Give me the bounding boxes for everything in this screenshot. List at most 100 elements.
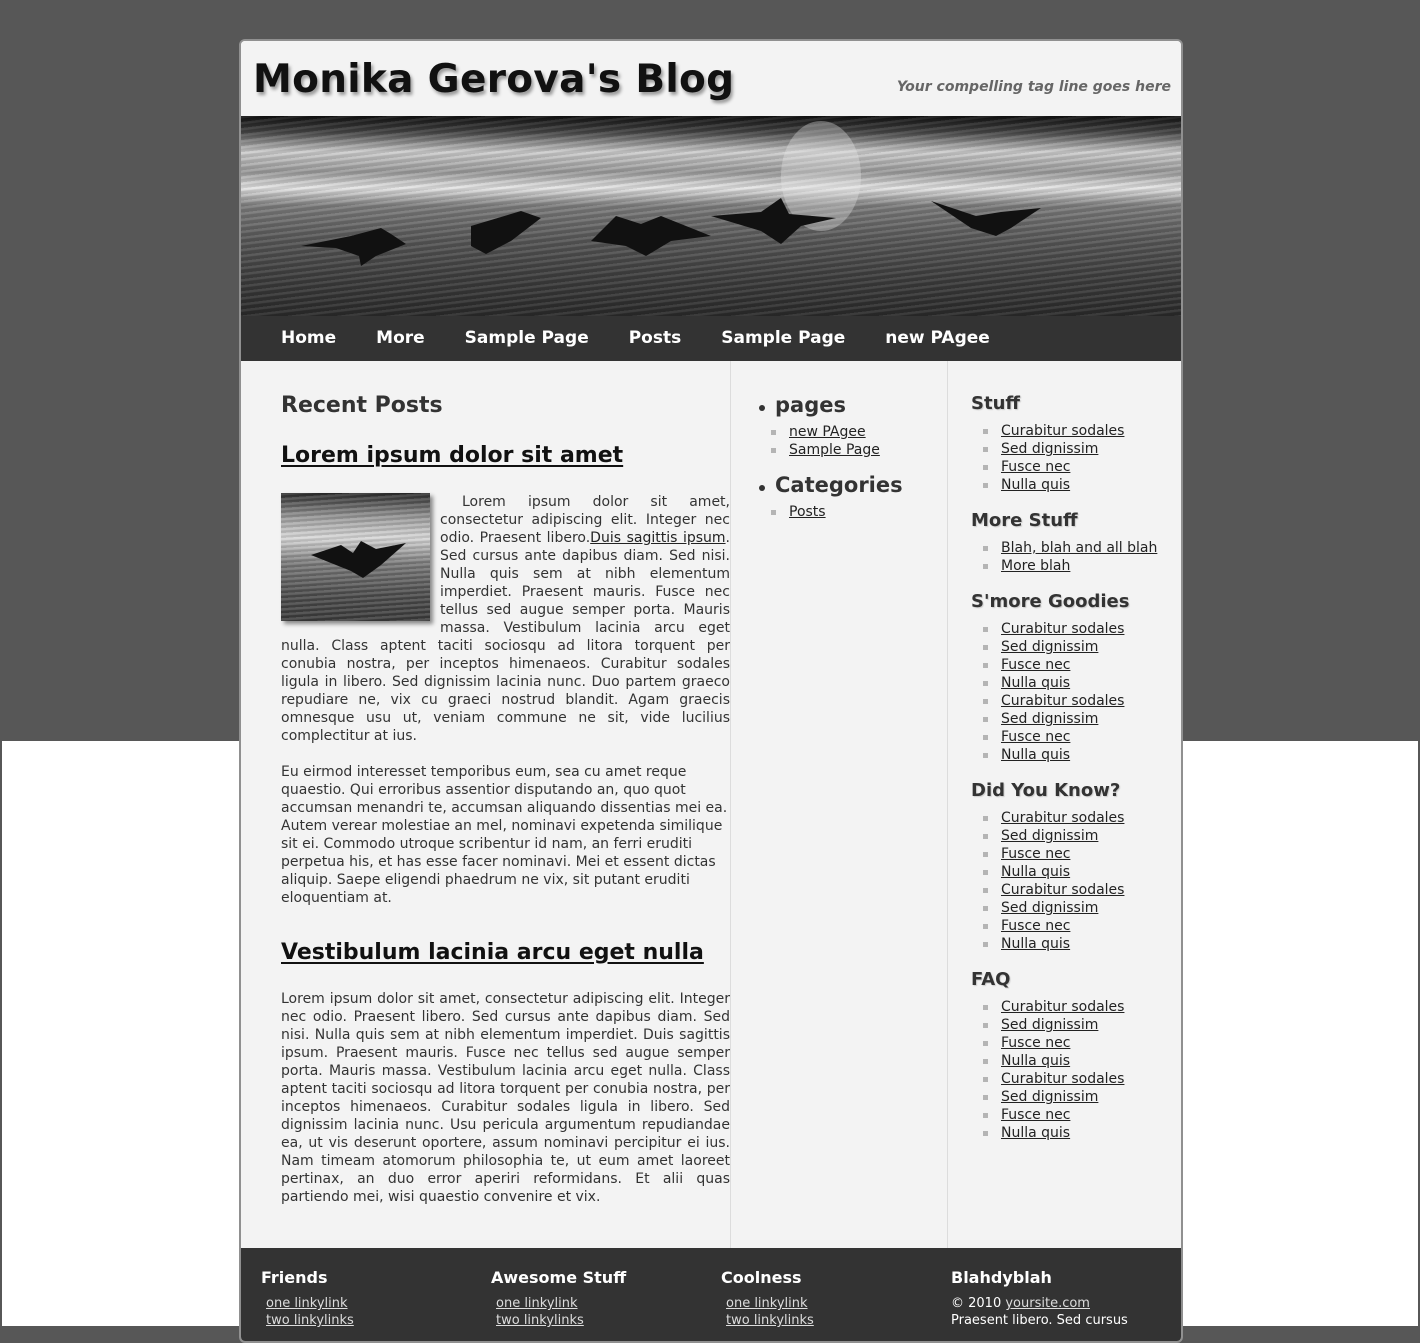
list-item[interactable]: Nulla quis <box>971 1124 1171 1142</box>
widget-title: S'more Goodies <box>971 591 1130 612</box>
sidebar-link[interactable]: Sed dignissim <box>1001 1017 1098 1033</box>
sidebar-link[interactable]: Curabitur sodales <box>1001 999 1124 1015</box>
sidebar-link[interactable]: Nulla quis <box>1001 936 1070 952</box>
list-item[interactable]: Sed dignissim <box>971 899 1171 917</box>
column-divider <box>730 361 731 1248</box>
list-item[interactable]: Fusce nec <box>971 917 1171 935</box>
list-item[interactable]: Fusce nec <box>971 1034 1171 1052</box>
widget-title: Stuff <box>971 393 1020 414</box>
footer-link[interactable]: one linkylink <box>491 1295 711 1312</box>
list-item[interactable]: Nulla quis <box>971 674 1171 692</box>
sidebar-link[interactable]: Curabitur sodales <box>1001 810 1124 826</box>
sidebar-link[interactable]: Sed dignissim <box>1001 828 1098 844</box>
footer-link[interactable]: one linkylink <box>721 1295 941 1312</box>
footer-link[interactable]: two linkylinks <box>721 1312 941 1329</box>
list-item[interactable]: Fusce nec <box>971 656 1171 674</box>
header-banner-image <box>241 116 1181 316</box>
list-item[interactable]: More blah <box>971 557 1171 575</box>
post-body-2: Lorem ipsum dolor sit amet, consectetur … <box>281 990 730 1220</box>
list-item[interactable]: Fusce nec <box>971 845 1171 863</box>
sidebar-link[interactable]: Blah, blah and all blah <box>1001 540 1157 556</box>
sidebar-link[interactable]: Fusce nec <box>1001 918 1070 934</box>
nav-item-sample-page[interactable]: Sample Page <box>445 316 609 361</box>
site-title[interactable]: Monika Gerova's Blog <box>253 57 734 102</box>
list-item[interactable]: Nulla quis <box>971 863 1171 881</box>
sidebar-link[interactable]: Curabitur sodales <box>1001 882 1124 898</box>
sidebar-link[interactable]: Nulla quis <box>1001 477 1070 493</box>
nav-item-sample-page-2[interactable]: Sample Page <box>701 316 865 361</box>
list-item[interactable]: Sed dignissim <box>971 1088 1171 1106</box>
recent-posts-heading: Recent Posts <box>281 393 443 418</box>
pages-widget-title: pages <box>759 393 939 417</box>
list-item[interactable]: Fusce nec <box>971 728 1171 746</box>
list-item[interactable]: Sed dignissim <box>971 827 1171 845</box>
sidebar-link[interactable]: Sed dignissim <box>1001 1089 1098 1105</box>
list-item[interactable]: Fusce nec <box>971 1106 1171 1124</box>
widget-title: Did You Know? <box>971 780 1121 801</box>
sidebar-link[interactable]: Curabitur sodales <box>1001 1071 1124 1087</box>
sidebar-link[interactable]: More blah <box>1001 558 1070 574</box>
list-item[interactable]: Sed dignissim <box>971 638 1171 656</box>
list-item[interactable]: Sed dignissim <box>971 1016 1171 1034</box>
sidebar-link[interactable]: Sed dignissim <box>1001 711 1098 727</box>
sidebar-link[interactable]: Fusce nec <box>1001 846 1070 862</box>
sidebar-link[interactable]: Curabitur sodales <box>1001 693 1124 709</box>
category-link[interactable]: Posts <box>789 504 826 520</box>
footer-awesome-stuff: Awesome Stuff one linkylink two linkylin… <box>491 1268 711 1329</box>
list-item[interactable]: Curabitur sodales <box>971 1070 1171 1088</box>
list-item[interactable]: Nulla quis <box>971 476 1171 494</box>
list-item[interactable]: Sample Page <box>759 441 939 459</box>
sidebar-link[interactable]: Nulla quis <box>1001 864 1070 880</box>
footer-link[interactable]: two linkylinks <box>261 1312 481 1329</box>
geese-silhouettes <box>301 121 1041 266</box>
sidebar-link[interactable]: Fusce nec <box>1001 1035 1070 1051</box>
footer-copyright: © 2010 yoursite.com <box>951 1295 1171 1312</box>
sidebar-link[interactable]: Nulla quis <box>1001 1053 1070 1069</box>
sidebar-link[interactable]: Sed dignissim <box>1001 639 1098 655</box>
post-2-paragraph-1: Lorem ipsum dolor sit amet, consectetur … <box>281 991 730 1205</box>
list-item[interactable]: Curabitur sodales <box>971 881 1171 899</box>
post-title-2[interactable]: Vestibulum lacinia arcu eget nulla <box>281 940 704 965</box>
list-item[interactable]: Sed dignissim <box>971 710 1171 728</box>
list-item[interactable]: Blah, blah and all blah <box>971 539 1171 557</box>
list-item[interactable]: new PAgee <box>759 423 939 441</box>
sidebar-link[interactable]: Sed dignissim <box>1001 900 1098 916</box>
post-1-inline-link[interactable]: Duis sagittis ipsum <box>590 530 725 546</box>
list-item[interactable]: Nulla quis <box>971 746 1171 764</box>
list-item[interactable]: Curabitur sodales <box>971 422 1171 440</box>
sidebar-link[interactable]: Fusce nec <box>1001 657 1070 673</box>
list-item[interactable]: Curabitur sodales <box>971 620 1171 638</box>
sidebar-link[interactable]: Sed dignissim <box>1001 441 1098 457</box>
sidebar-link[interactable]: Curabitur sodales <box>1001 621 1124 637</box>
sidebar-link[interactable]: Fusce nec <box>1001 1107 1070 1123</box>
sidebar-link[interactable]: Nulla quis <box>1001 1125 1070 1141</box>
copyright-text: © 2010 <box>951 1296 1006 1311</box>
sidebar-link[interactable]: Fusce nec <box>1001 729 1070 745</box>
footer-link[interactable]: two linkylinks <box>491 1312 711 1329</box>
list-item[interactable]: Sed dignissim <box>971 440 1171 458</box>
post-title-1[interactable]: Lorem ipsum dolor sit amet <box>281 443 623 468</box>
nav-item-more[interactable]: More <box>356 316 445 361</box>
nav-item-home[interactable]: Home <box>261 316 356 361</box>
list-item[interactable]: Posts <box>759 503 939 521</box>
sidebar-link[interactable]: Curabitur sodales <box>1001 423 1124 439</box>
sidebar-link[interactable]: Fusce nec <box>1001 459 1070 475</box>
footer-link[interactable]: one linkylink <box>261 1295 481 1312</box>
sidebar-link[interactable]: Nulla quis <box>1001 675 1070 691</box>
list-item[interactable]: Nulla quis <box>971 1052 1171 1070</box>
site-footer: Friends one linkylink two linkylinks Awe… <box>241 1248 1181 1341</box>
page-link[interactable]: Sample Page <box>789 442 880 458</box>
footer-heading: Blahdyblah <box>951 1268 1052 1287</box>
widget-title: FAQ <box>971 969 1011 990</box>
nav-item-new-pagee[interactable]: new PAgee <box>865 316 1010 361</box>
list-item[interactable]: Nulla quis <box>971 935 1171 953</box>
footer-site-link[interactable]: yoursite.com <box>1005 1296 1090 1311</box>
nav-item-posts[interactable]: Posts <box>609 316 702 361</box>
list-item[interactable]: Curabitur sodales <box>971 809 1171 827</box>
sidebar-link[interactable]: Nulla quis <box>1001 747 1070 763</box>
goose-silhouette <box>311 541 406 578</box>
list-item[interactable]: Fusce nec <box>971 458 1171 476</box>
list-item[interactable]: Curabitur sodales <box>971 692 1171 710</box>
list-item[interactable]: Curabitur sodales <box>971 998 1171 1016</box>
page-link[interactable]: new PAgee <box>789 424 866 440</box>
